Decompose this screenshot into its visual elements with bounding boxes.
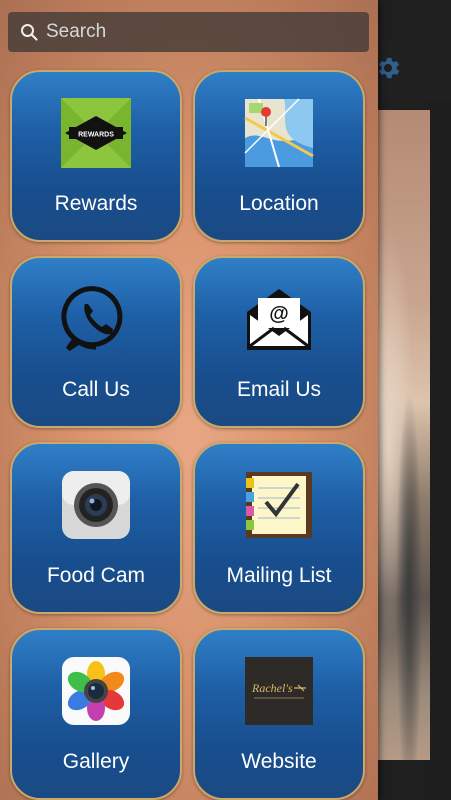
tile-label: Rewards	[54, 192, 138, 215]
notepad-icon	[244, 470, 314, 540]
email-us-tile[interactable]: @ Email Us	[193, 256, 365, 428]
search-bar[interactable]	[8, 12, 369, 52]
tile-label: Email Us	[236, 378, 321, 401]
phone-icon	[61, 284, 131, 354]
tile-label: Gallery	[62, 750, 130, 773]
rewards-icon: REWARDS	[61, 98, 131, 168]
website-tile[interactable]: Rachel's Website	[193, 628, 365, 800]
tile-label: Food Cam	[46, 564, 146, 587]
search-icon	[20, 23, 38, 41]
website-logo-icon: Rachel's	[244, 656, 314, 726]
background-edge	[430, 100, 451, 800]
website-logo-text: Rachel's	[251, 681, 293, 695]
tile-label: Mailing List	[226, 564, 332, 587]
map-icon	[244, 98, 314, 168]
svg-text:REWARDS: REWARDS	[78, 132, 114, 139]
svg-text:@: @	[269, 303, 289, 325]
tile-label: Website	[241, 750, 317, 773]
tile-label: Location	[239, 192, 319, 215]
gear-icon[interactable]	[374, 54, 402, 82]
photos-icon	[61, 656, 131, 726]
background-food-photo	[378, 110, 430, 760]
gallery-tile[interactable]: Gallery	[10, 628, 182, 800]
camera-icon	[61, 470, 131, 540]
call-us-tile[interactable]: Call Us	[10, 256, 182, 428]
location-tile[interactable]: Location	[193, 70, 365, 242]
mailing-list-tile[interactable]: Mailing List	[193, 442, 365, 614]
food-cam-tile[interactable]: Food Cam	[10, 442, 182, 614]
tile-label: Call Us	[62, 378, 130, 401]
search-input[interactable]	[46, 21, 346, 43]
rewards-tile[interactable]: REWARDS Rewards	[10, 70, 182, 242]
side-drawer: REWARDS Rewards Location	[0, 0, 378, 800]
envelope-icon: @	[244, 284, 314, 354]
